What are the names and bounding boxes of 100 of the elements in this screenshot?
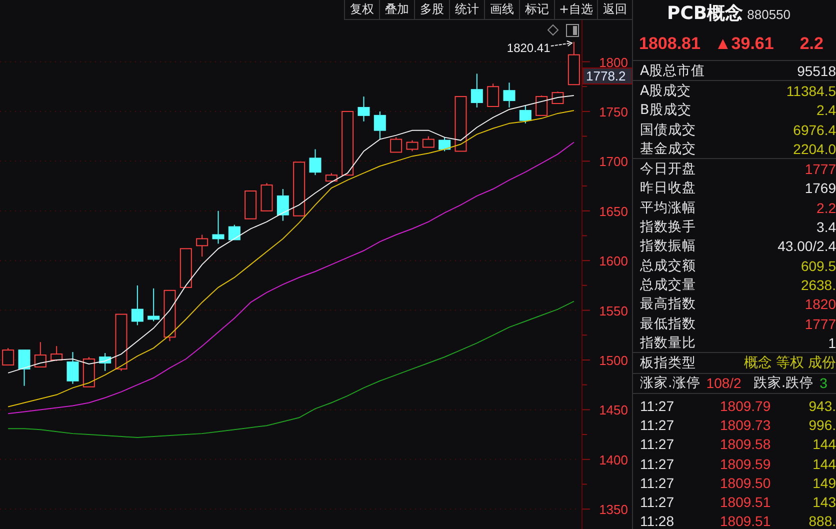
stat-label: 指数量比 <box>640 334 696 352</box>
candlestick <box>131 284 144 326</box>
candlestick <box>358 96 370 122</box>
index-code: 880550 <box>747 7 791 22</box>
tick-time: 11:27 <box>640 416 675 433</box>
stat-label: 跌家.跌停 <box>753 374 814 392</box>
index-name: PCB概念 <box>667 2 744 25</box>
tick-volume: 943. <box>808 398 836 414</box>
toolbar-button[interactable]: 多股 <box>414 0 449 20</box>
candlestick <box>34 342 46 368</box>
stat-label: 指数换手 <box>640 218 696 236</box>
stat-label: A股成交 <box>640 82 692 100</box>
axis-label: 1400 <box>599 452 628 468</box>
stat-label: 昨日收盘 <box>640 179 696 198</box>
candlestick <box>293 162 306 216</box>
stat-value: 1820 <box>804 296 836 312</box>
candlestick <box>325 172 338 182</box>
tick-price: 1809.79 <box>720 398 772 414</box>
tick-price: 1809.51 <box>720 494 772 510</box>
stat-value: 3 <box>820 375 828 392</box>
current-price-tag: 1778.2 <box>582 68 632 84</box>
tick-time: 11:27 <box>640 398 675 414</box>
stat-value: 43.00/2.4 <box>778 238 836 254</box>
tick-volume: 144 <box>812 456 836 472</box>
candlestick <box>422 136 434 148</box>
stat-label: 指数振幅 <box>640 237 696 256</box>
tick-price: 1809.58 <box>720 436 772 452</box>
stat-label: 涨家.涨停 <box>640 374 700 392</box>
candlestick <box>487 83 500 107</box>
candlestick <box>374 110 386 140</box>
stat-value: 11384.5 <box>786 82 836 99</box>
arrow-icon <box>550 40 573 46</box>
stat-label: 最低指数 <box>640 314 696 332</box>
toolbar-button[interactable]: 统计 <box>448 0 484 20</box>
panel-toggle-icon[interactable] <box>566 24 579 37</box>
toolbar-button[interactable]: 返回 <box>597 0 632 20</box>
candlestick <box>470 73 483 108</box>
candlestick <box>438 136 451 152</box>
candlestick <box>568 41 580 86</box>
candlestick <box>180 248 192 288</box>
candlestick <box>18 350 30 386</box>
candlestick <box>50 346 63 362</box>
stat-value: 3.4 <box>816 219 836 236</box>
stat-value: 1777 <box>804 161 836 178</box>
stat-value: 1777 <box>804 316 836 332</box>
stat-label: 今日开盘 <box>640 160 696 178</box>
stat-value: 概念 等权 成份 <box>744 354 836 372</box>
axis-label: 1800 <box>599 54 628 70</box>
axis-label: 1650 <box>599 204 628 219</box>
axis-label: 1700 <box>599 154 628 170</box>
stat-value: 1769 <box>804 180 836 196</box>
stat-value: 95518 <box>797 62 836 79</box>
axis-label: 1750 <box>599 104 628 120</box>
candlestick <box>454 96 467 152</box>
stat-value: 1 <box>828 334 836 351</box>
tick-time: 11:28 <box>640 513 675 529</box>
candlestick <box>309 148 322 176</box>
candlestick <box>276 188 289 222</box>
tick-volume: 888. <box>808 513 836 529</box>
stat-value: 2638. <box>800 276 836 293</box>
axis-label: 1600 <box>599 254 628 269</box>
candlestick <box>148 288 160 322</box>
tick-price: 1809.50 <box>720 474 772 491</box>
candlestick <box>99 352 112 372</box>
tick-time: 11:27 <box>640 436 675 452</box>
tick-volume: 996. <box>808 416 836 433</box>
candlestick <box>82 356 95 388</box>
toolbar-button[interactable]: 复权 <box>344 0 379 20</box>
candlestick <box>503 82 516 108</box>
stat-label: B股成交 <box>640 101 692 120</box>
stat-value: 108/2 <box>706 375 742 392</box>
toolbar-button[interactable]: 叠加 <box>378 0 414 20</box>
stat-value: 2204.0 <box>793 140 836 157</box>
tick-volume: 149 <box>812 474 836 491</box>
candlestick <box>342 110 354 176</box>
candlestick <box>390 136 402 153</box>
stat-value: 2.4 <box>816 102 836 118</box>
tick-price: 1809.51 <box>720 513 772 529</box>
toolbar-button[interactable]: 标记 <box>518 0 554 20</box>
toolbar-button[interactable]: +自选 <box>554 0 597 20</box>
stat-label: 板指类型 <box>640 354 696 372</box>
toolbar-button[interactable]: 画线 <box>484 0 519 20</box>
axis-label: 1450 <box>599 402 628 418</box>
tick-price: 1809.59 <box>720 456 772 472</box>
candlestick <box>115 314 128 372</box>
candlestick <box>164 290 176 342</box>
diamond-icon[interactable] <box>547 24 559 36</box>
stat-value: 6976.4 <box>793 122 836 138</box>
candlestick <box>519 105 532 124</box>
tick-volume: 144 <box>812 436 836 452</box>
price-change: ▲39.61 <box>714 34 774 54</box>
stat-label: 总成交额 <box>640 256 696 275</box>
tick-time: 11:27 <box>640 474 675 491</box>
candlestick <box>196 234 208 258</box>
tick-volume: 143 <box>812 494 836 510</box>
stat-label: 基金成交 <box>640 140 696 158</box>
tick-time: 11:27 <box>640 494 675 510</box>
axis-label: 1550 <box>599 303 628 318</box>
stat-label: 国债成交 <box>640 120 696 139</box>
tick-price: 1809.73 <box>720 416 772 433</box>
